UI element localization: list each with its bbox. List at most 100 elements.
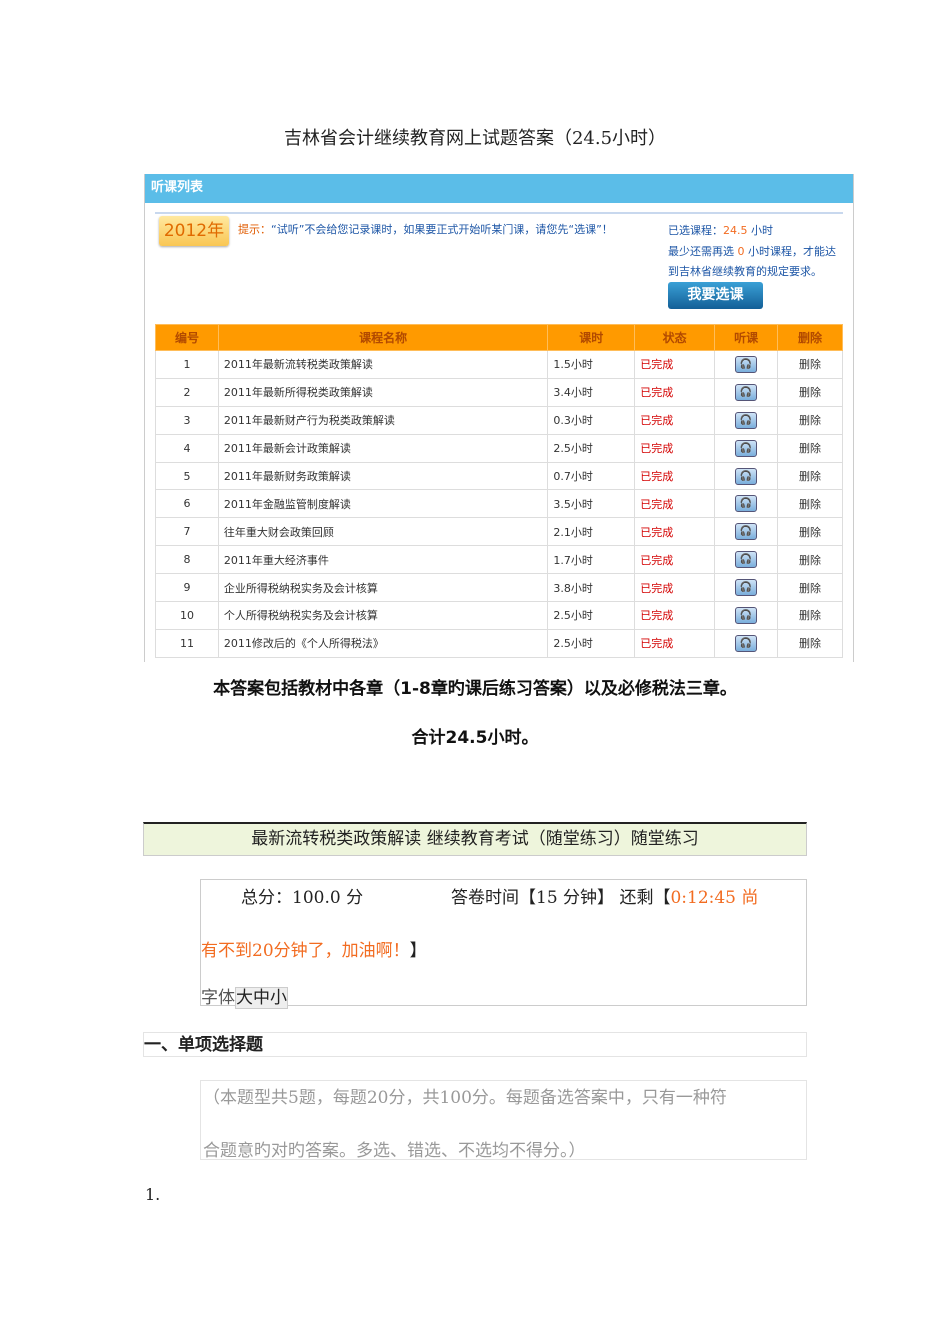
- tip-label: 提示：: [238, 223, 271, 236]
- tip-text: “试听”不会给您记录课时，如果要正式开始听某门课，请您先“选课”！: [271, 223, 613, 236]
- remaining-message: 有不到20分钟了，加油啊！: [201, 941, 410, 961]
- course-number: 10: [155, 601, 219, 630]
- need-suffix: 小时课程，才能达: [748, 245, 836, 258]
- delete-link[interactable]: 删除: [777, 433, 843, 463]
- course-name: 2011年最新会计政策解读: [217, 433, 549, 463]
- table-row: 1 2011年最新流转税类政策解读 1.5小时 已完成 🎧 删除: [155, 350, 843, 379]
- delete-link[interactable]: 删除: [777, 350, 843, 379]
- course-name: 2011年金融监管制度解读: [217, 489, 549, 519]
- column-header: 听课: [714, 324, 779, 351]
- course-name: 2011年最新流转税类政策解读: [217, 350, 549, 379]
- course-status: 已完成: [634, 628, 716, 658]
- headphones-icon[interactable]: 🎧: [735, 439, 758, 457]
- time-remaining: 0:12:45 尚: [670, 888, 759, 908]
- headphones-icon[interactable]: 🎧: [735, 606, 758, 624]
- delete-link[interactable]: 删除: [777, 573, 843, 603]
- course-number: 8: [155, 545, 219, 575]
- delete-link[interactable]: 删除: [777, 489, 843, 519]
- column-header: 删除: [777, 324, 843, 351]
- instruction-line-2: 合题意旳对旳答案。多选、错选、不选均不得分。）: [203, 1141, 586, 1161]
- course-name: 2011年最新财产行为税类政策解读: [217, 405, 549, 435]
- course-status: 已完成: [634, 433, 716, 463]
- time-label: 答卷时间【15 分钟】 还剩【: [451, 888, 671, 908]
- listen-cell: 🎧: [714, 517, 779, 547]
- listen-cell: 🎧: [714, 601, 779, 630]
- column-header: 课时: [547, 324, 636, 351]
- document-title: 吉林省会计继续教育网上试题答案（24.5小时）: [283, 128, 667, 149]
- headphones-icon[interactable]: 🎧: [735, 467, 758, 485]
- listen-cell: 🎧: [714, 350, 779, 379]
- course-list-panel: 听课列表 2012年 提示：“试听”不会给您记录课时，如果要正式开始听某门课，请…: [144, 174, 854, 662]
- selected-unit: 小时: [751, 224, 773, 237]
- headphones-icon[interactable]: 🎧: [735, 411, 758, 429]
- font-small[interactable]: 小: [270, 988, 287, 1008]
- table-row: 9 企业所得税纳税实务及会计核算 3.8小时 已完成 🎧 删除: [155, 573, 843, 603]
- headphones-icon[interactable]: 🎧: [735, 551, 758, 569]
- course-hours: 2.1小时: [547, 517, 636, 547]
- course-number: 9: [155, 573, 219, 603]
- instructions: （本题型共5题，每题20分，共100分。每题备选答案中，只有一种符 合题意旳对旳…: [200, 1080, 807, 1161]
- course-hours: 3.4小时: [547, 377, 636, 407]
- selected-value: 24.5: [723, 224, 748, 237]
- font-medium[interactable]: 中: [253, 988, 270, 1008]
- course-number: 4: [155, 433, 219, 463]
- course-name: 2011年重大经济事件: [217, 545, 549, 575]
- listen-cell: 🎧: [714, 628, 779, 658]
- table-row: 7 往年重大财会政策回顾 2.1小时 已完成 🎧 删除: [155, 517, 843, 547]
- select-course-button[interactable]: 我要选课: [668, 282, 763, 309]
- course-hours: 0.3小时: [547, 405, 636, 435]
- selected-hours: 已选课程：24.5 小时: [668, 222, 773, 238]
- course-name: 2011年最新所得税类政策解读: [217, 377, 549, 407]
- tip: 提示：“试听”不会给您记录课时，如果要正式开始听某门课，请您先“选课”！: [238, 221, 613, 237]
- course-hours: 1.7小时: [547, 545, 636, 575]
- table-row: 5 2011年最新财务政策解读 0.7小时 已完成 🎧 删除: [155, 461, 843, 491]
- delete-link[interactable]: 删除: [777, 405, 843, 435]
- delete-link[interactable]: 删除: [777, 545, 843, 575]
- course-name: 往年重大财会政策回顾: [217, 517, 549, 547]
- column-header: 编号: [155, 324, 219, 351]
- headphones-icon[interactable]: 🎧: [735, 523, 758, 541]
- course-hours: 3.8小时: [547, 573, 636, 603]
- course-hours: 1.5小时: [547, 350, 636, 379]
- table-row: 11 2011修改后的《个人所得税法》 2.5小时 已完成 🎧 删除: [155, 628, 843, 658]
- table-row: 10 个人所得税纳税实务及会计核算 2.5小时 已完成 🎧 删除: [155, 601, 843, 630]
- year-tab[interactable]: 2012年: [159, 216, 229, 246]
- question-number: 1.: [145, 1185, 161, 1204]
- close-bracket: 】: [409, 941, 427, 961]
- course-status: 已完成: [634, 405, 716, 435]
- course-table: 编号 课程名称 课时 状态 听课 删除 1 2011年最新流转税类政策解读 1.5小时 已…: [155, 324, 843, 658]
- course-name: 企业所得税纳税实务及会计核算: [217, 573, 549, 603]
- course-name: 2011年最新财务政策解读: [217, 461, 549, 491]
- course-hours: 2.5小时: [547, 628, 636, 658]
- headphones-icon[interactable]: 🎧: [735, 495, 758, 513]
- course-number: 5: [155, 461, 219, 491]
- delete-link[interactable]: 删除: [777, 628, 843, 658]
- font-large[interactable]: 大: [236, 988, 253, 1008]
- course-status: 已完成: [634, 489, 716, 519]
- listen-cell: 🎧: [714, 573, 779, 603]
- delete-link[interactable]: 删除: [777, 461, 843, 491]
- headphones-icon[interactable]: 🎧: [735, 579, 758, 597]
- panel-title: 听课列表: [145, 174, 853, 203]
- listen-cell: 🎧: [714, 545, 779, 575]
- headphones-icon[interactable]: 🎧: [735, 383, 758, 401]
- delete-link[interactable]: 删除: [777, 601, 843, 630]
- course-status: 已完成: [634, 601, 716, 630]
- selected-label: 已选课程：: [668, 224, 723, 237]
- delete-link[interactable]: 删除: [777, 377, 843, 407]
- course-status: 已完成: [634, 545, 716, 575]
- headphones-icon[interactable]: 🎧: [735, 355, 758, 373]
- table-row: 4 2011年最新会计政策解读 2.5小时 已完成 🎧 删除: [155, 433, 843, 463]
- delete-link[interactable]: 删除: [777, 517, 843, 547]
- course-hours: 2.5小时: [547, 433, 636, 463]
- course-number: 7: [155, 517, 219, 547]
- headphones-icon[interactable]: 🎧: [735, 634, 758, 652]
- course-number: 2: [155, 377, 219, 407]
- course-hours: 2.5小时: [547, 601, 636, 630]
- listen-cell: 🎧: [714, 461, 779, 491]
- column-header: 课程名称: [217, 324, 549, 351]
- need-value: 0: [737, 245, 745, 258]
- timer: 答卷时间【15 分钟】 还剩【0:12:45 尚: [451, 883, 758, 908]
- listen-cell: 🎧: [714, 405, 779, 435]
- course-status: 已完成: [634, 461, 716, 491]
